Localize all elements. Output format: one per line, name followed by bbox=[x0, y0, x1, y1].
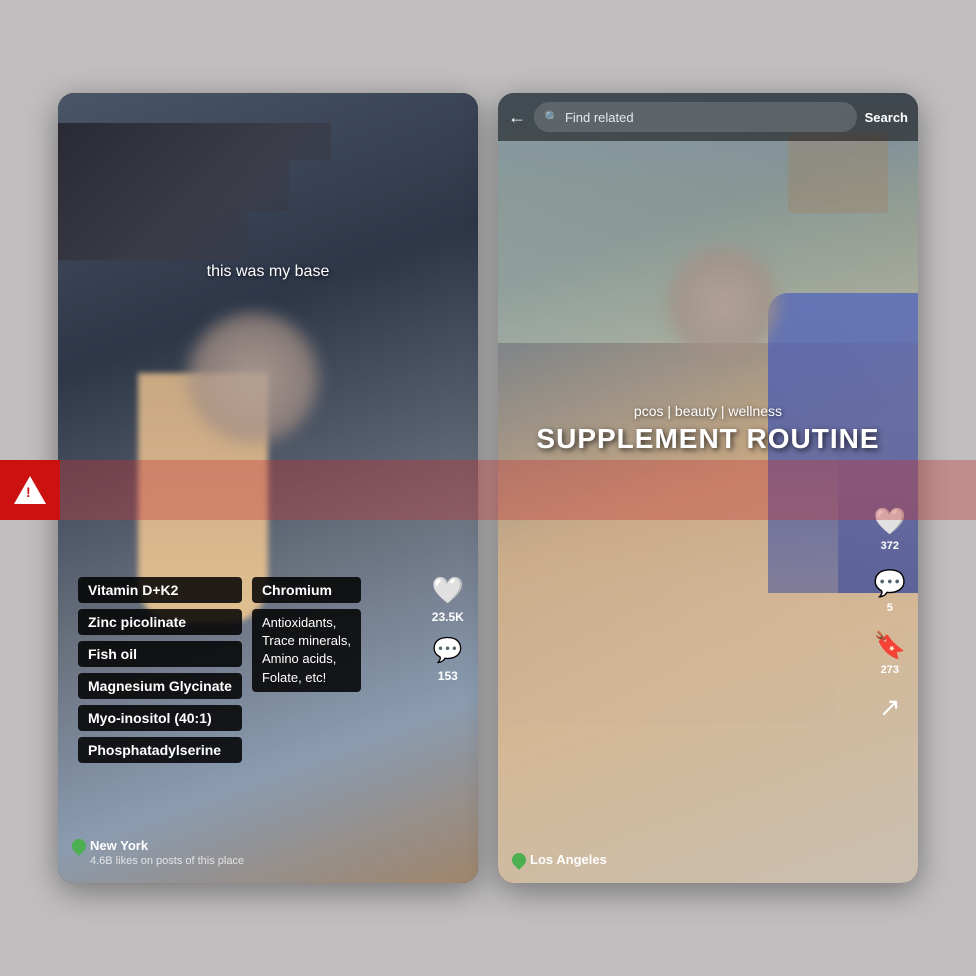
comment-action[interactable]: 💬 5 bbox=[874, 568, 906, 614]
right-location-row: Los Angeles bbox=[512, 852, 607, 867]
subtitle-text: this was my base bbox=[58, 263, 478, 281]
left-like-section: 🤍 23.5K 💬 153 bbox=[432, 575, 464, 683]
location-row: New York bbox=[72, 838, 244, 853]
share-action[interactable]: ↗ bbox=[879, 692, 901, 723]
screen-container: this was my base Vitamin D+K2 Zinc picol… bbox=[0, 0, 976, 976]
supplement-col1: Vitamin D+K2 Zinc picolinate Fish oil Ma… bbox=[78, 577, 242, 763]
like-count-text: 23.5K bbox=[432, 610, 464, 624]
blurred-face-left bbox=[188, 313, 318, 443]
right-location-pin-icon bbox=[509, 850, 529, 870]
back-button[interactable]: ← bbox=[508, 107, 526, 128]
share-icon-right: ↗ bbox=[879, 692, 901, 723]
alert-banner bbox=[0, 460, 976, 520]
bookmark-action[interactable]: 🔖 273 bbox=[874, 630, 906, 676]
location-sub-text: 4.6B likes on posts of this place bbox=[90, 855, 244, 867]
alert-triangle-icon bbox=[14, 476, 46, 504]
supp-label-phospha: Phosphatadylserine bbox=[78, 737, 242, 763]
right-actions: 🤍 372 💬 5 🔖 273 ↗ bbox=[874, 506, 906, 723]
supp-label-vitamind: Vitamin D+K2 bbox=[78, 577, 242, 603]
right-location-footer: Los Angeles bbox=[512, 852, 607, 867]
supp-label-fishoil: Fish oil bbox=[78, 641, 242, 667]
bookmark-count-right: 273 bbox=[881, 664, 899, 676]
like-count-right: 372 bbox=[881, 540, 899, 552]
supplement-labels: Vitamin D+K2 Zinc picolinate Fish oil Ma… bbox=[78, 577, 361, 763]
search-button[interactable]: Search bbox=[865, 110, 908, 125]
comment-count-text: 153 bbox=[438, 669, 458, 683]
bookmark-icon-right: 🔖 bbox=[874, 630, 906, 661]
comment-count-right: 5 bbox=[887, 602, 893, 614]
search-placeholder-text: Find related bbox=[565, 110, 634, 125]
top-bar: ← 🔍 Find related Search bbox=[498, 93, 918, 141]
heart-icon[interactable]: 🤍 bbox=[432, 575, 464, 606]
alert-icon-box bbox=[0, 460, 60, 520]
comment-icon-right: 💬 bbox=[874, 568, 906, 599]
blurred-face-right bbox=[668, 248, 778, 358]
supp-label-zinc: Zinc picolinate bbox=[78, 609, 242, 635]
supp-label-magnesium: Magnesium Glycinate bbox=[78, 673, 242, 699]
location-name-text[interactable]: New York bbox=[90, 838, 148, 853]
right-location-name-text[interactable]: Los Angeles bbox=[530, 852, 607, 867]
supp-label-chromium: Chromium bbox=[252, 577, 361, 603]
kitchen-cabinet bbox=[788, 133, 888, 213]
left-location-footer: New York 4.6B likes on posts of this pla… bbox=[72, 838, 244, 867]
supp-label-antioxidants: Antioxidants,Trace minerals,Amino acids,… bbox=[252, 609, 361, 692]
comment-icon[interactable]: 💬 bbox=[433, 636, 463, 665]
supp-label-myo: Myo-inositol (40:1) bbox=[78, 705, 242, 731]
location-pin-icon bbox=[69, 836, 89, 856]
supplement-col2: Chromium Antioxidants,Trace minerals,Ami… bbox=[252, 577, 361, 763]
search-bar[interactable]: 🔍 Find related bbox=[534, 102, 857, 132]
search-icon: 🔍 bbox=[544, 110, 559, 124]
pcos-label-text: pcos | beauty | wellness bbox=[498, 403, 918, 419]
